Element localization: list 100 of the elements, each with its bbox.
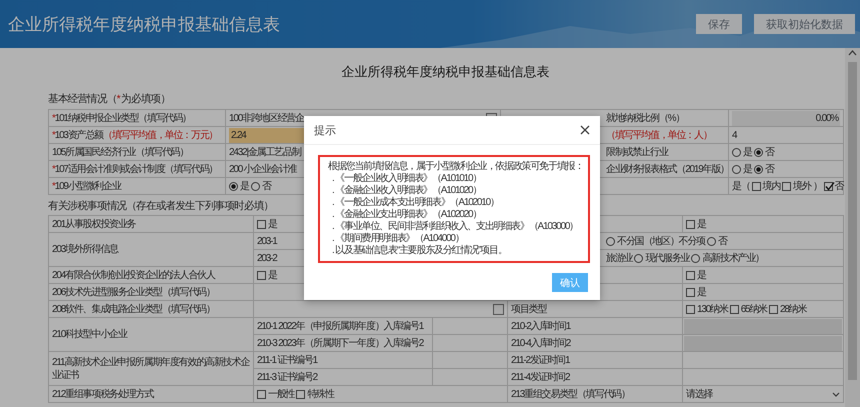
- field-label: 211-3 证书编号2: [257, 372, 317, 382]
- option-label: 65纳米: [740, 302, 768, 316]
- radio-button[interactable]: [732, 164, 741, 174]
- option-label: 28纳米: [780, 302, 806, 316]
- chevron-down-icon: [832, 392, 840, 396]
- field-label: 210-3 2023年（所属期下一年度）入库编号2: [257, 338, 424, 348]
- option-label: 否: [764, 146, 774, 160]
- option-label: 是: [268, 268, 277, 282]
- radio-button[interactable]: [250, 182, 260, 190]
- field-label: 208软件、集成电路企业类型（填写代码）: [52, 304, 215, 314]
- checkbox[interactable]: [257, 390, 266, 398]
- field-label: 203-2: [257, 252, 277, 264]
- notice-item: . 《金融企业收入明细表》（A101020）: [331, 185, 482, 196]
- notice-item: . 《期间费用明细表》（A104000）: [331, 233, 465, 244]
- radio-button[interactable]: [707, 236, 716, 246]
- checkbox[interactable]: [296, 390, 306, 398]
- option-label: 否: [764, 162, 774, 176]
- header-button[interactable]: 保存: [696, 14, 742, 34]
- checkbox[interactable]: [752, 182, 761, 190]
- field-label: 项目类型: [511, 304, 546, 314]
- field-label: *101纳税申报企业类型（填写代码）: [52, 112, 191, 124]
- checkbox[interactable]: [730, 304, 739, 314]
- notice-item: . 《事业单位、民间非营利组织收入、支出明细表》（A103000）: [331, 221, 579, 232]
- option-label: 是: [743, 146, 752, 160]
- cell-text: 100非跨地区经营企: [229, 112, 304, 126]
- option-label: 一般性: [268, 388, 294, 402]
- field-label: 210-1 2022年（申报所属期年度）入库编号1: [257, 320, 424, 332]
- field-label: 206技术先进型服务企业类型（填写代码）: [52, 286, 215, 298]
- scrollbar[interactable]: [845, 48, 860, 407]
- field-label: *103资产总额（填写平均值，单位：万元）: [52, 130, 218, 140]
- option-label: 是: [743, 162, 752, 176]
- page-title: 企业所得税年度纳税申报基础信息表: [8, 14, 281, 36]
- field-label: （填写平均值，单位：人）: [606, 130, 712, 140]
- cell-text: ）: [812, 180, 822, 194]
- field-label: 212重组事项税务处理方式: [52, 388, 154, 400]
- radio-button[interactable]: [754, 164, 763, 174]
- radio-button[interactable]: [754, 148, 763, 156]
- option-label: 高新技术产业）: [702, 252, 764, 266]
- option-label: 是: [240, 180, 249, 194]
- header-button[interactable]: 获取初始化数据: [754, 14, 855, 34]
- field-label: 211-2发证时间1: [511, 354, 570, 366]
- field-label: 211-1 证书编号1: [257, 354, 317, 366]
- field-label: 211高新技术企业申报所属期年度有效的高新技术企业证书: [52, 356, 250, 380]
- radio-button[interactable]: [606, 236, 615, 246]
- dialog-title: 提示: [314, 124, 336, 138]
- checkbox[interactable]: [686, 288, 695, 296]
- checkbox[interactable]: [257, 220, 266, 228]
- value-field: 0.00%: [732, 110, 840, 126]
- notice-item: . 《一般企业成本支出明细表》（A102010）: [331, 197, 500, 208]
- radio-button[interactable]: [732, 148, 741, 156]
- section-heading: 基本经营情况（* 为必填项）: [48, 92, 170, 106]
- cell-text: 2432|金属工艺品制: [229, 146, 301, 160]
- field-label: 企业财务报表格式（2019年版）: [606, 164, 730, 174]
- cell-text: 4: [732, 128, 736, 142]
- checkbox[interactable]: [782, 182, 792, 190]
- field-label: 105所属国民经济行业（填写代码）: [52, 146, 188, 158]
- option-label: 是: [268, 218, 277, 232]
- field-label: 204有限合伙制创业投资企业的法人合伙人: [52, 270, 215, 280]
- confirm-button[interactable]: 确认: [552, 273, 588, 292]
- radio-button[interactable]: [634, 254, 644, 262]
- option-label: 否: [718, 234, 727, 248]
- field-label: *109小型微利企业: [52, 180, 121, 192]
- option-label: 是: [697, 218, 706, 232]
- option-label: 是: [697, 286, 706, 300]
- field-label: 210科技型中小企业: [52, 329, 127, 340]
- scroll-up-icon[interactable]: [848, 48, 857, 58]
- form-title: 企业所得税年度纳税申报基础信息表: [340, 64, 550, 80]
- close-icon[interactable]: [580, 125, 590, 135]
- checkbox[interactable]: [257, 270, 266, 280]
- option-label: 境外: [793, 180, 811, 194]
- field-label: 201从事股权投资业务: [52, 218, 136, 230]
- field-label: 210-4入库时间2: [511, 338, 570, 348]
- notice-text: 根据您当前填报信息，属于小型微利企业，依据政策可免于填报：: [328, 161, 582, 172]
- option-label: 是: [697, 268, 706, 282]
- checkbox[interactable]: [686, 270, 695, 280]
- field-label: 210-2入库时间1: [511, 320, 570, 332]
- radio-button[interactable]: [229, 182, 238, 190]
- option-label: 特殊性: [307, 388, 334, 402]
- checkbox[interactable]: [769, 304, 778, 314]
- option-label: 境内: [762, 180, 780, 194]
- notice-item: . 以及基础信息表“主要股东及分红情况”项目。: [331, 245, 508, 257]
- option-label: 否: [262, 180, 271, 194]
- checkbox[interactable]: [686, 220, 695, 228]
- option-label: 否: [834, 180, 844, 194]
- option-label: 现代服务业: [645, 252, 690, 266]
- field-label: *107适用会计准则或会计制度（填写代码）: [52, 164, 218, 174]
- field-label: 203-1: [257, 236, 277, 246]
- checkbox[interactable]: [686, 304, 695, 314]
- option-label: 130纳米: [697, 302, 728, 316]
- field-label: 203境外所得信息: [52, 244, 118, 255]
- radio-button[interactable]: [691, 254, 700, 262]
- picker-button[interactable]: [493, 304, 504, 314]
- cell-text: 旅游业: [606, 252, 632, 266]
- notice-item: . 《金融企业支出明细表》（A102020）: [331, 209, 482, 220]
- field-label: 就地纳税比例（%）: [606, 112, 684, 124]
- section-heading: 有关涉税事项情况（存在或者发生下列事项时必填）: [48, 199, 274, 213]
- notice-item: . 《一般企业收入明细表》（A101010）: [331, 173, 482, 184]
- field-label: 限制或禁止行业: [606, 146, 668, 158]
- checkbox[interactable]: [824, 182, 833, 190]
- field-label: 213重组交易类型（填写代码）: [511, 388, 630, 400]
